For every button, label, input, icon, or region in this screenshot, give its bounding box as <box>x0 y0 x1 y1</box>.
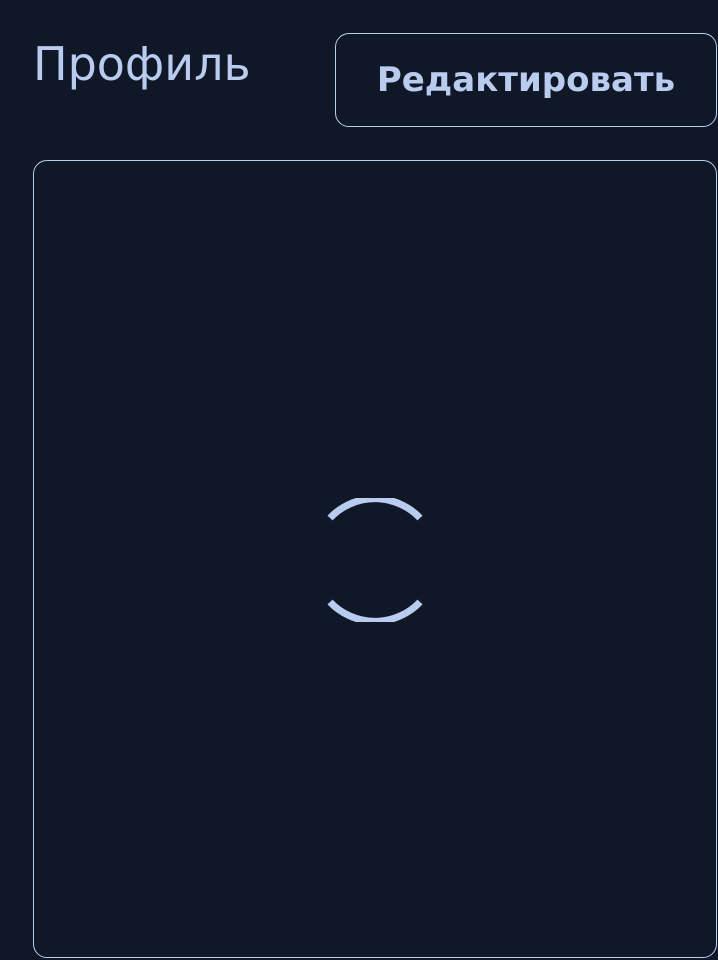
profile-card <box>33 160 717 958</box>
page-title: Профиль <box>33 37 251 91</box>
edit-button[interactable]: Редактировать <box>335 33 717 127</box>
loading-spinner-icon <box>327 498 423 622</box>
